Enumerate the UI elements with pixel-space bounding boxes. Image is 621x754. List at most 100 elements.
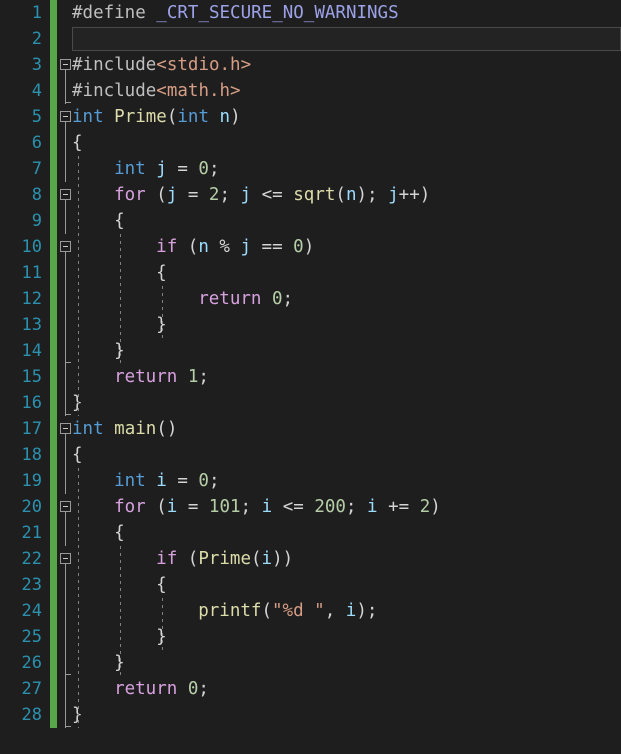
code-token-plain: { [114,523,125,543]
code-token-plain: ; [208,159,220,179]
indent-guide [78,156,79,416]
code-token-plain: ) [430,497,441,517]
code-token-ctrl: if [156,549,178,569]
code-token-plain: ( [177,549,199,569]
indent-guide [78,468,79,728]
code-token-plain: ( [335,185,346,205]
code-line[interactable]: { [156,260,167,286]
code-token-var: j [166,185,178,205]
indent-guide [162,286,164,338]
code-token-fn: sqrt [293,185,336,205]
code-token-var: j [156,159,167,179]
code-token-var: i [367,497,378,517]
code-token-num: 2 [208,185,220,205]
code-token-var: i [345,601,357,621]
code-line[interactable]: { [114,208,125,234]
code-token-fn: main [114,419,157,439]
code-token-var: n [345,185,357,205]
code-token-var: n [209,107,231,127]
code-line[interactable]: for (i = 101; i <= 200; i += 2) [114,494,441,520]
code-token-plain: ; [240,497,262,517]
code-token-num: 0 [187,679,199,699]
code-token-num: 0 [272,289,283,309]
code-line[interactable]: if (n % j == 0) [156,234,314,260]
code-line[interactable]: if (Prime(i)) [156,546,293,572]
code-token-num: 0 [198,471,209,491]
code-token-plain: += [377,497,420,517]
code-token-plain: ; [282,289,294,309]
code-token-plain: ( [145,497,167,517]
code-token-plain: ( [251,549,262,569]
code-token-plain: { [72,445,83,465]
code-token-ctrl: return [198,289,262,309]
code-editor[interactable]: 1 2 3 4 5 6 7 8 9 10 11 12 13 14 15 16 17 18 19 20 21 22 23 24 2… [0,0,621,754]
code-token-plain: ; [198,679,209,699]
code-token-plain: ++) [398,185,431,205]
code-token-str: <math.h> [156,81,241,101]
code-token-num: 1 [187,367,199,387]
code-line[interactable]: int main() [72,416,177,442]
code-token-str: "%d " [272,601,325,621]
code-token-plain: ( [145,185,167,205]
code-line[interactable]: { [114,520,125,546]
code-token-kw: int [177,107,209,127]
code-token-plain: = [166,159,199,179]
code-line[interactable]: { [156,572,167,598]
code-token-ctrl: if [156,237,178,257]
code-token-plain: = [177,497,209,517]
code-line[interactable]: int Prime(int n) [72,104,241,130]
indent-guide [120,546,122,676]
code-line[interactable]: #include<math.h> [72,78,241,104]
code-token-plain: = [166,471,199,491]
code-token-pp: #include [72,81,157,101]
code-line[interactable]: printf("%d ", i); [198,598,377,624]
code-line[interactable]: return 1; [114,364,209,390]
code-token-plain: ; [219,185,241,205]
code-token-plain: ); [356,185,389,205]
code-token-var: j [240,237,252,257]
code-token-num: 2 [419,497,431,517]
code-token-num: 101 [208,497,241,517]
code-line[interactable]: int j = 0; [114,156,219,182]
code-line[interactable]: for (j = 2; j <= sqrt(n); j++) [114,182,430,208]
code-token-plain: <= [251,185,294,205]
code-token-var: i [166,497,178,517]
code-token-ctrl: return [114,679,178,699]
code-token-macro: _CRT_SECURE_NO_WARNINGS [156,3,399,23]
code-token-plain: ; [198,367,209,387]
code-line[interactable]: return 0; [198,286,293,312]
code-token-kw: int [72,107,104,127]
code-token-plain: { [156,575,167,595]
code-token-var: j [240,185,252,205]
code-token-var: i [156,471,167,491]
code-line[interactable]: #include<stdio.h> [72,52,251,78]
code-text-area[interactable]: #define _CRT_SECURE_NO_WARNINGS #include<… [0,0,621,754]
code-line[interactable]: { [72,130,83,156]
code-token-num: 0 [198,159,209,179]
code-token-plain: ; [208,471,220,491]
code-token-fn: Prime [114,107,167,127]
code-line[interactable]: { [72,442,83,468]
code-token-punct: ( [166,107,178,127]
code-line[interactable]: #define _CRT_SECURE_NO_WARNINGS [72,0,399,26]
code-token-plain: { [156,263,167,283]
code-token-var: i [261,549,273,569]
code-token-fn: Prime [198,549,251,569]
code-token-num: 200 [314,497,346,517]
indent-guide [120,234,122,364]
code-token-kw: int [72,419,104,439]
code-token-plain: , [324,601,346,621]
code-token-ctrl: for [114,497,146,517]
code-token-plain: )) [272,549,294,569]
code-line[interactable]: int i = 0; [114,468,219,494]
code-token-pp: #define [72,3,157,23]
code-token-punct: () [156,419,178,439]
code-line[interactable]: return 0; [114,676,209,702]
code-token-plain: { [72,133,83,153]
code-token-kw: int [114,471,146,491]
code-token-pp: #include [72,55,157,75]
